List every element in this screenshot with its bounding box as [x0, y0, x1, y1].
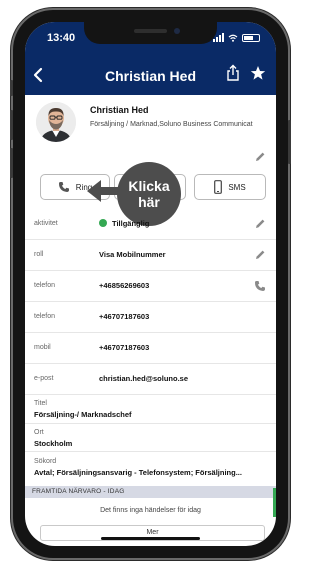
- pencil-icon: [256, 219, 265, 228]
- edit-contact-button[interactable]: [254, 150, 266, 168]
- share-icon: [227, 64, 239, 81]
- row-label: mobil: [34, 344, 51, 351]
- row-phone-2[interactable]: telefon +46707187603: [25, 302, 276, 333]
- row-value: christian.hed@soluno.se: [99, 374, 188, 383]
- phone-icon: [58, 182, 69, 192]
- status-time: 13:40: [47, 32, 76, 44]
- home-indicator[interactable]: [101, 537, 200, 540]
- row-value: Visa Mobilnummer: [99, 250, 166, 259]
- detail-city: Ort Stockholm: [25, 424, 276, 452]
- callout-line-1: Klicka: [128, 178, 170, 194]
- edit-role-button[interactable]: [254, 248, 266, 266]
- share-button[interactable]: [226, 64, 240, 87]
- chevron-left-icon: [33, 67, 43, 83]
- wifi-icon: [228, 34, 238, 42]
- row-value: +46856269603: [99, 281, 150, 290]
- row-role[interactable]: roll Visa Mobilnummer: [25, 240, 276, 271]
- row-label: roll: [34, 251, 44, 258]
- presence-section-header: FRAMTIDA NÄRVARO - IDAG: [25, 486, 276, 498]
- mute-switch: [10, 80, 13, 96]
- detail-value: Stockholm: [34, 439, 73, 448]
- row-label: aktivitet: [34, 220, 58, 227]
- pencil-icon: [256, 250, 265, 259]
- row-value: +46707187603: [99, 343, 150, 352]
- avatar: [36, 102, 76, 142]
- contact-subtitle: Försäljning / Marknad,Soluno Business Co…: [90, 121, 253, 128]
- row-email[interactable]: e-post christian.hed@soluno.se: [25, 364, 276, 395]
- pencil-icon: [256, 152, 265, 161]
- star-icon: [250, 66, 266, 80]
- detail-value: Avtal; Försäljningsansvarig - Telefonsys…: [34, 468, 242, 477]
- page-title: Christian Hed: [104, 68, 196, 84]
- activity-status: Tillgänglig: [112, 219, 150, 228]
- no-events-text: Det finns inga händelser för idag: [100, 507, 201, 514]
- status-dot-icon: [99, 219, 107, 228]
- presence-section-title: FRAMTIDA NÄRVARO - IDAG: [32, 488, 125, 495]
- phone-icon: [255, 281, 265, 291]
- contact-header: Christian Hed Försäljning / Marknad,Solu…: [25, 95, 276, 165]
- screen: 13:40 Christian Hed Christian Hed Försäl…: [25, 22, 276, 546]
- favorite-button[interactable]: [250, 65, 266, 84]
- back-button[interactable]: [33, 65, 43, 87]
- battery-icon: [242, 33, 260, 42]
- row-activity[interactable]: aktivitet Tillgänglig: [25, 209, 276, 240]
- row-value: Tillgänglig: [99, 219, 149, 228]
- sms-button[interactable]: SMS: [194, 174, 266, 200]
- status-icons: [213, 33, 260, 42]
- contact-name: Christian Hed: [90, 105, 149, 115]
- row-label: e-post: [34, 375, 54, 382]
- row-mobile[interactable]: mobil +46707187603: [25, 333, 276, 364]
- call-number-button[interactable]: [254, 279, 266, 297]
- edit-activity-button[interactable]: [254, 217, 266, 235]
- detail-title: Titel Försäljning-/ Marknadschef: [25, 395, 276, 424]
- detail-keywords: Sökord Avtal; Försäljningsansvarig - Tel…: [25, 452, 276, 486]
- volume-up-button: [10, 110, 13, 140]
- mobile-icon: [214, 180, 223, 194]
- device-notch: [84, 22, 217, 44]
- row-label: telefon: [34, 313, 56, 320]
- detail-label: Titel: [34, 400, 47, 407]
- detail-value: Försäljning-/ Marknadschef: [34, 410, 132, 419]
- row-label: telefon: [34, 282, 56, 289]
- volume-down-button: [10, 148, 13, 178]
- sms-button-label: SMS: [228, 182, 246, 192]
- row-value: +46707187603: [99, 312, 150, 321]
- detail-label: Sökord: [34, 458, 57, 465]
- phone-frame: 13:40 Christian Hed Christian Hed Försäl…: [10, 10, 291, 558]
- row-phone-1[interactable]: telefon +46856269603: [25, 271, 276, 302]
- detail-label: Ort: [34, 429, 44, 436]
- power-button: [288, 120, 291, 164]
- callout-line-2: här: [138, 194, 160, 210]
